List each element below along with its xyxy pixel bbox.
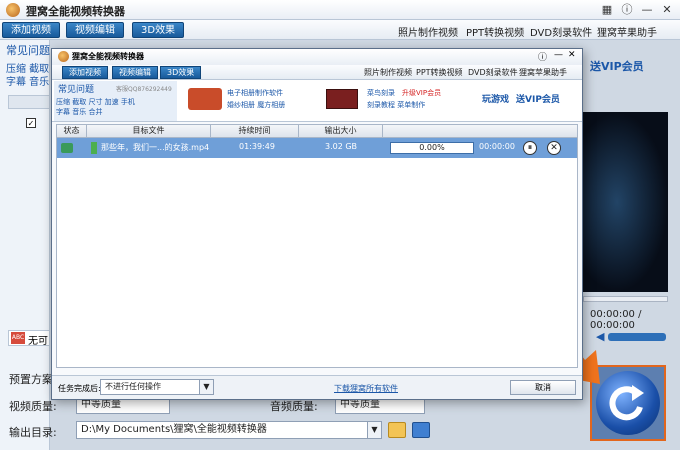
dialog-photo-video-link[interactable]: 照片制作视频	[364, 67, 412, 78]
chevron-down-icon[interactable]: ▼	[367, 422, 381, 438]
dvd-burn-link[interactable]: DVD刻录软件	[530, 24, 592, 39]
row-size: 3.02 GB	[325, 142, 358, 151]
ad2-vip[interactable]: 升级VIP会员	[402, 88, 441, 98]
pause-button[interactable]: ⏸	[523, 141, 537, 155]
col-status: 状态	[57, 125, 87, 137]
dialog-cancel-button[interactable]: 取消	[510, 380, 576, 395]
app-logo-icon	[6, 3, 20, 17]
dialog-title: 狸窝全能视频转换器	[72, 52, 144, 61]
dialog-title-bar: 狸窝全能视频转换器 ⓘ — ✕	[52, 49, 582, 65]
dialog-minimize-button[interactable]: —	[554, 50, 563, 60]
dialog-add-video-button[interactable]: 添加视频	[62, 66, 108, 79]
ad2-line2[interactable]: 刻录教程 菜单制作	[367, 100, 425, 110]
col-target: 目标文件	[87, 125, 211, 137]
file-icon	[91, 142, 97, 154]
dialog-tags-row2[interactable]: 字幕 音乐 合并	[56, 107, 102, 117]
progress-bar: 0.00%	[390, 142, 474, 154]
dialog-qq-text: 客服QQ876292449	[116, 86, 172, 93]
dialog-close-button[interactable]: ✕	[568, 50, 576, 60]
dialog-edit-video-button[interactable]: 视频编辑	[112, 66, 158, 79]
dialog-apple-helper-link[interactable]: 狸窝苹果助手	[519, 67, 567, 78]
edit-video-button[interactable]: 视频编辑	[66, 22, 124, 38]
faq-link[interactable]: 常见问题	[6, 42, 50, 58]
dialog-tags-row1[interactable]: 压缩 截取 尺寸 加速 手机	[56, 97, 135, 107]
subtitle-select[interactable]: ABC 无可	[8, 330, 50, 347]
dialog-3d-effect-button[interactable]: 3D效果	[160, 66, 202, 79]
dialog-dvd-burn-link[interactable]: DVD刻录软件	[468, 67, 518, 78]
dialog-faq-link[interactable]: 常见问题	[58, 82, 94, 95]
col-duration: 持续时间	[211, 125, 299, 137]
open-folder-icon[interactable]	[388, 422, 406, 438]
app-title: 狸窝全能视频转换器	[26, 5, 125, 18]
3d-effect-button[interactable]: 3D效果	[132, 22, 185, 38]
output-dir-field[interactable]: D:\My Documents\狸窝\全能视频转换器 ▼	[76, 421, 382, 439]
row-duration: 01:39:49	[239, 142, 275, 151]
table-row[interactable]: 那些年，我们一...的女孩.mp4 01:39:49 3.02 GB 0.00%…	[57, 138, 577, 158]
title-bar: 狸窝全能视频转换器 ▦ ⓘ — ✕	[0, 0, 680, 20]
tag-links-row2[interactable]: 字幕 音乐	[6, 73, 49, 88]
video-quality-label: 视频质量:	[9, 400, 57, 413]
file-checkbox[interactable]: ✓	[26, 118, 36, 128]
ad1-line1[interactable]: 电子相册制作软件	[227, 88, 283, 98]
preset-label: 预置方案:	[9, 373, 57, 386]
dvd-logo-icon	[326, 89, 358, 109]
dialog-info-icon[interactable]: ⓘ	[538, 50, 547, 63]
download-link[interactable]: 下载狸窝所有软件	[334, 383, 398, 394]
audio-quality-label: 音频质量:	[270, 400, 318, 413]
photo-video-link[interactable]: 照片制作视频	[398, 24, 458, 39]
after-complete-label: 任务完成后:	[58, 384, 101, 393]
after-complete-value: 不进行任何操作	[105, 382, 161, 391]
dialog-footer: 任务完成后: 不进行任何操作 ▼ 下载狸窝所有软件 取消	[52, 375, 582, 399]
row-file: 那些年，我们一...的女孩.mp4	[101, 143, 210, 152]
dialog-ppt-video-link[interactable]: PPT转换视频	[416, 67, 463, 78]
output-dir-label: 输出目录:	[9, 426, 57, 439]
output-dir-value: D:\My Documents\狸窝\全能视频转换器	[81, 424, 267, 435]
skin-icon[interactable]: ▦	[600, 3, 614, 17]
subtitle-icon: ABC	[11, 332, 25, 344]
cancel-task-button[interactable]: ✕	[547, 141, 561, 155]
minimize-button[interactable]: —	[640, 3, 654, 17]
col-size: 输出大小	[299, 125, 383, 137]
ppt-video-link[interactable]: PPT转换视频	[466, 24, 524, 39]
video-quality-value: 中等质量	[81, 399, 121, 410]
conversion-dialog: 狸窝全能视频转换器 ⓘ — ✕ 添加视频 视频编辑 3D效果 照片制作视频 PP…	[51, 48, 583, 400]
audio-quality-value: 中等质量	[340, 399, 380, 410]
ad2-line1[interactable]: 菜鸟刻录	[367, 88, 395, 98]
status-icon	[61, 143, 73, 153]
ppt-logo-icon	[188, 88, 222, 110]
ad1-line2[interactable]: 婚纱相册 魔方相册	[227, 100, 285, 110]
info-icon[interactable]: ⓘ	[620, 3, 634, 17]
task-table-body: 那些年，我们一...的女孩.mp4 01:39:49 3.02 GB 0.00%…	[56, 138, 578, 368]
apple-helper-link[interactable]: 狸窝苹果助手	[597, 24, 657, 39]
row-elapsed: 00:00:00	[479, 142, 515, 151]
browse-folder-icon[interactable]	[412, 422, 430, 438]
list-header	[8, 95, 50, 109]
dialog-logo-icon	[58, 51, 69, 62]
add-video-button[interactable]: 添加视频	[2, 22, 60, 38]
games-link[interactable]: 玩游戏	[482, 92, 509, 105]
after-chevron-down-icon[interactable]: ▼	[199, 380, 213, 394]
close-button[interactable]: ✕	[660, 3, 674, 17]
progress-text: 0.00%	[419, 143, 445, 152]
dialog-vip-link[interactable]: 送VIP会员	[516, 92, 560, 105]
vip-link[interactable]: 送VIP会员	[590, 58, 644, 74]
after-complete-select[interactable]: 不进行任何操作 ▼	[100, 379, 214, 395]
task-table-header: 状态 目标文件 持续时间 输出大小	[56, 124, 578, 138]
subtitle-value: 无可	[28, 336, 48, 347]
